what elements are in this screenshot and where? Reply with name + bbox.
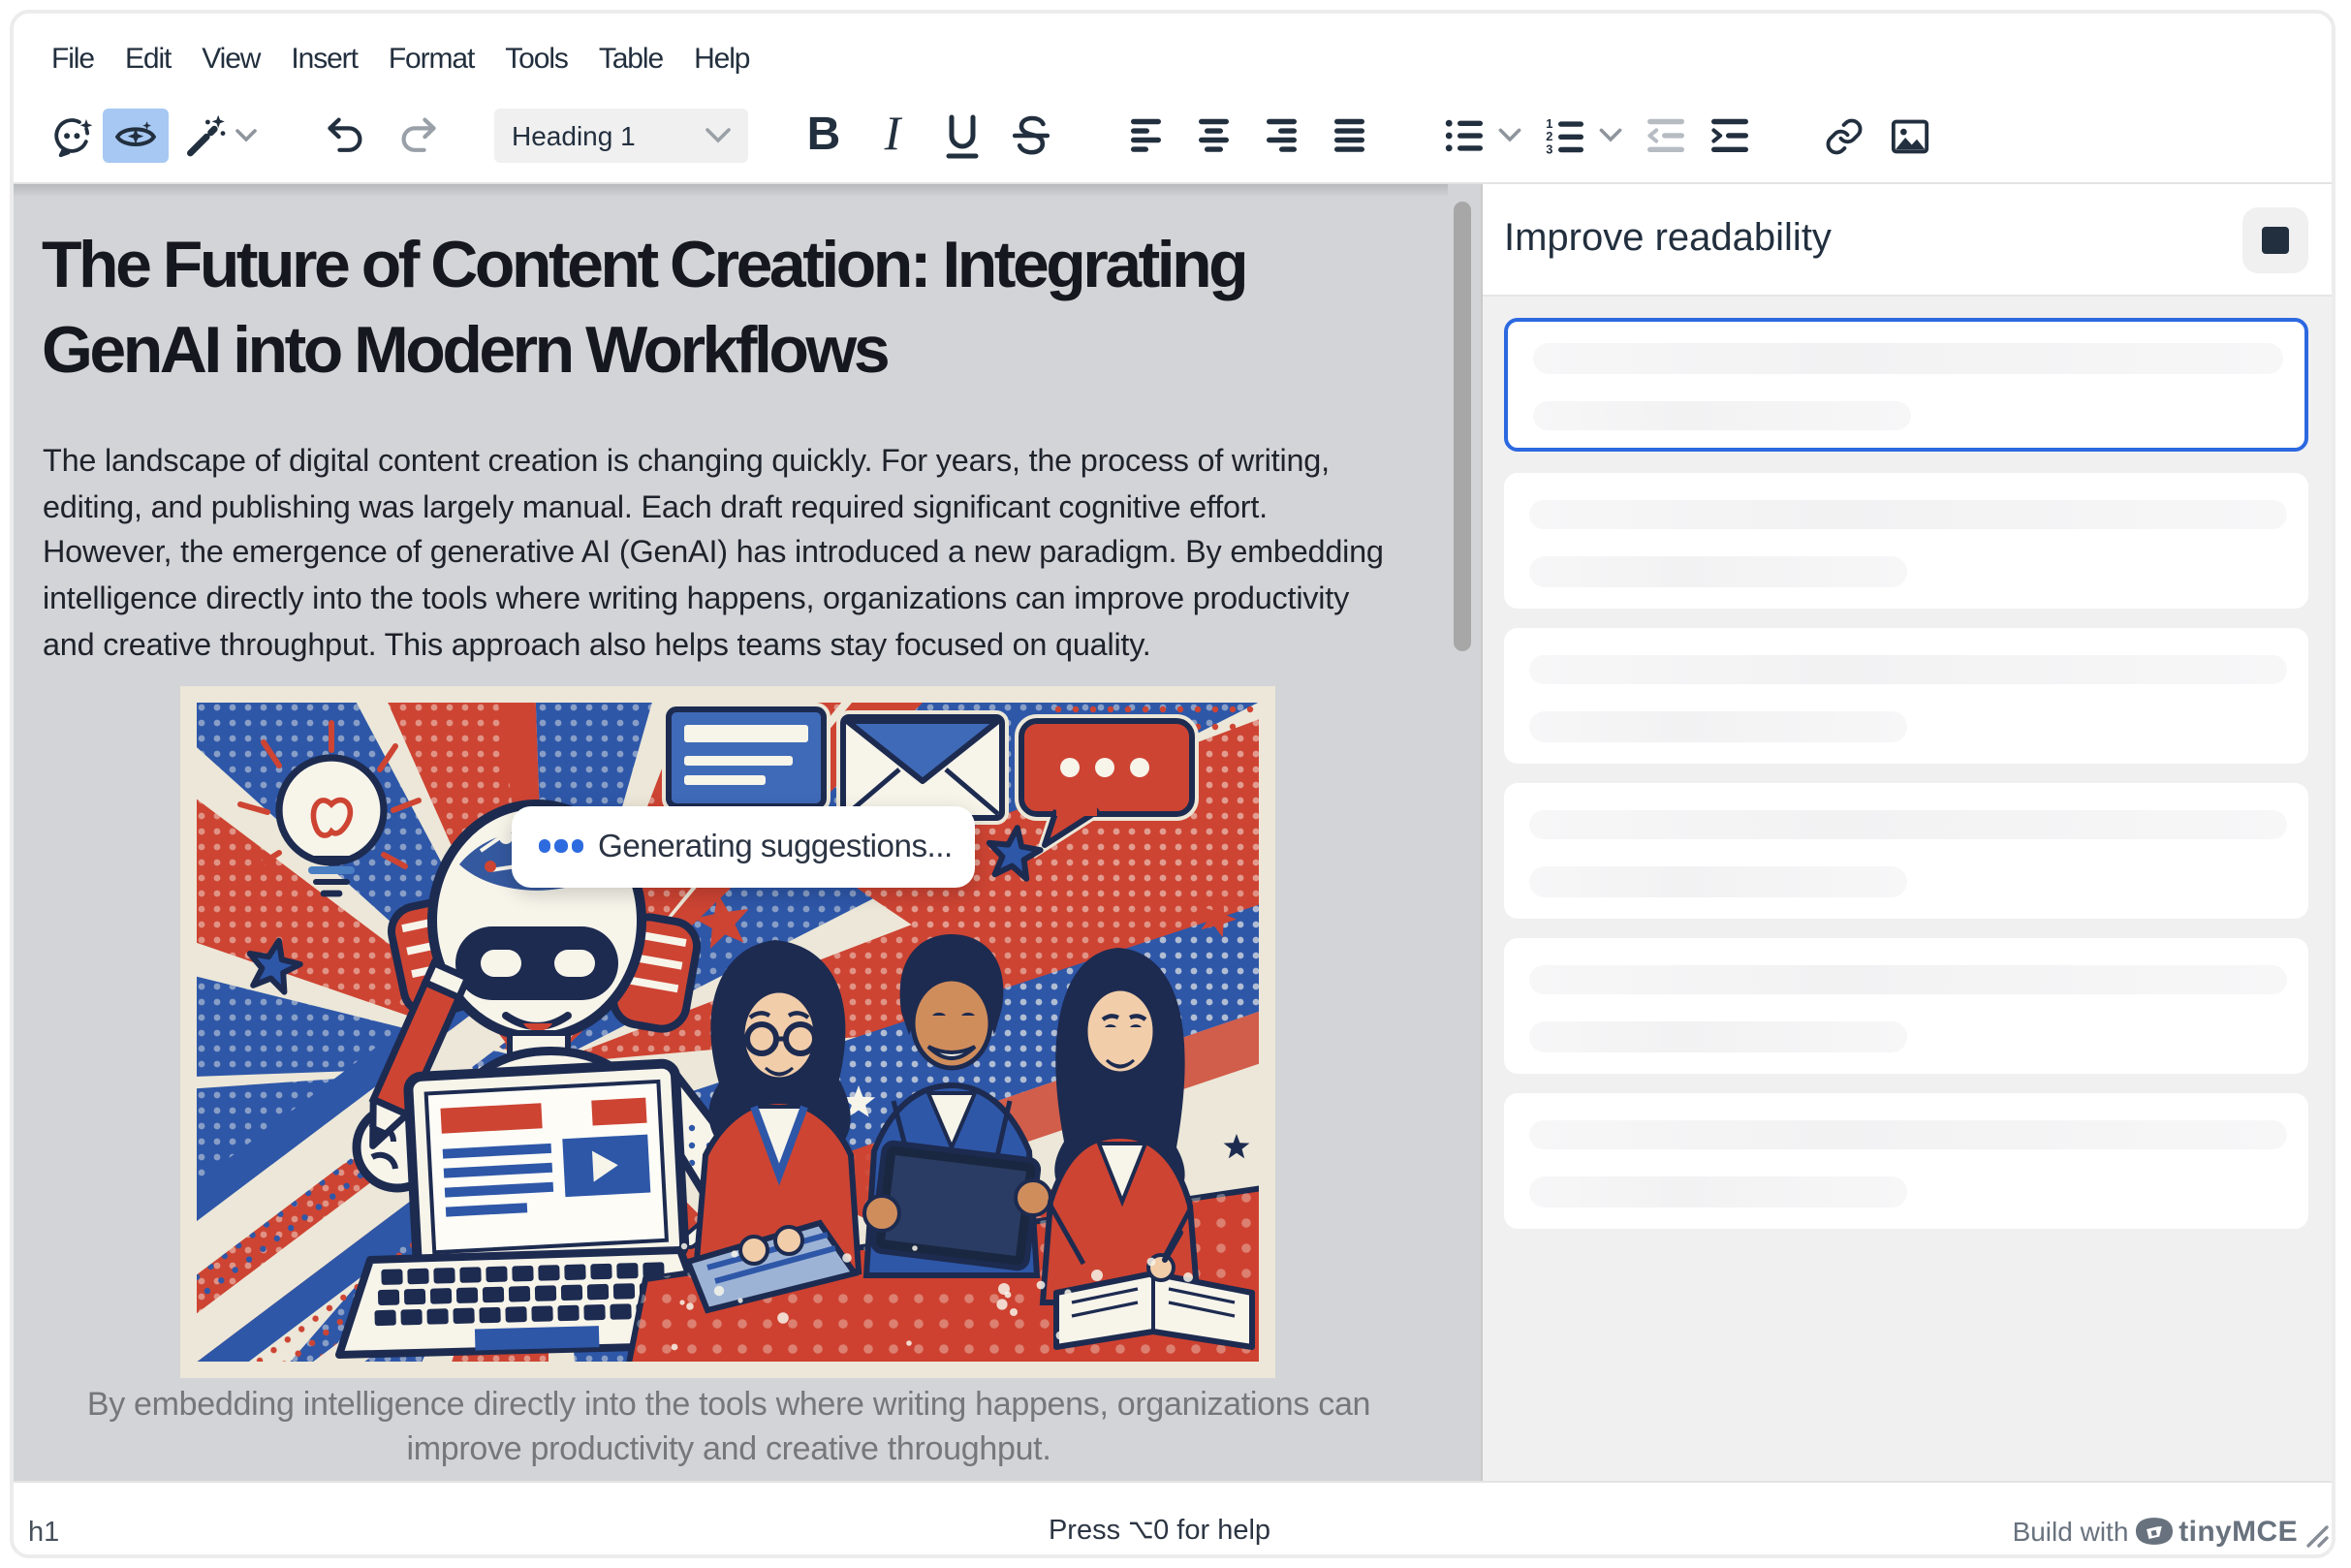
svg-text:3: 3: [1545, 141, 1552, 154]
